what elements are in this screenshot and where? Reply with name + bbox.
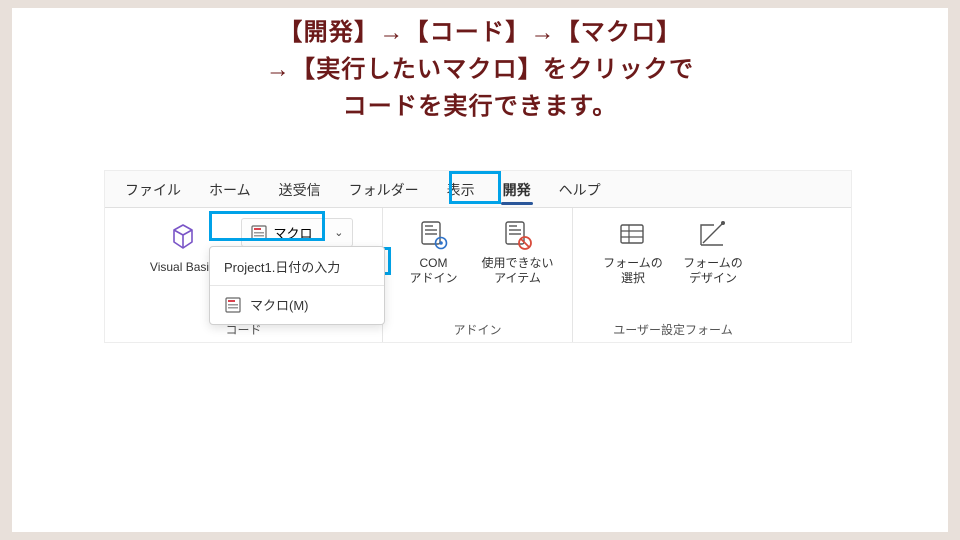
tab-view[interactable]: 表示 xyxy=(435,174,487,205)
group-addins: COMアドイン 使用できないアイテム アドイン xyxy=(383,208,573,342)
com-addins-button[interactable]: COMアドイン xyxy=(401,214,465,286)
tab-help[interactable]: ヘルプ xyxy=(547,174,613,205)
macro-dropdown-menu: Project1.日付の入力 マクロ(M) xyxy=(209,246,385,325)
ribbon-body: Visual Basic マクロ ⌄ コード Project1.日付の入力 xyxy=(105,207,851,342)
macro-list-icon xyxy=(224,296,242,314)
instruction-text: 【開発】→【コード】→【マクロ】 →【実行したいマクロ】をクリックで コードを実… xyxy=(0,14,960,126)
tab-file[interactable]: ファイル xyxy=(113,174,193,205)
design-form-label: フォームのデザイン xyxy=(683,256,743,286)
macro-menu-item-macros[interactable]: マクロ(M) xyxy=(210,289,384,320)
macro-dropdown-button[interactable]: マクロ ⌄ xyxy=(241,218,353,247)
instruction-line-2: →【実行したいマクロ】をクリックで xyxy=(0,51,960,88)
tab-home[interactable]: ホーム xyxy=(197,174,263,205)
group-code: Visual Basic マクロ ⌄ コード Project1.日付の入力 xyxy=(105,208,383,342)
tab-developer[interactable]: 開発 xyxy=(491,174,543,205)
visual-basic-label: Visual Basic xyxy=(150,260,215,275)
chevron-down-icon: ⌄ xyxy=(334,226,343,239)
design-form-icon xyxy=(696,218,730,252)
disabled-items-button[interactable]: 使用できないアイテム xyxy=(481,214,553,286)
instruction-line-1: 【開発】→【コード】→【マクロ】 xyxy=(0,14,960,51)
macro-split-button[interactable]: マクロ ⌄ xyxy=(241,214,353,247)
macro-icon xyxy=(250,224,268,242)
design-form-button[interactable]: フォームのデザイン xyxy=(681,214,745,286)
macro-menu-item-project[interactable]: Project1.日付の入力 xyxy=(210,251,384,282)
choose-form-label: フォームの選択 xyxy=(603,256,663,286)
visual-basic-icon xyxy=(164,218,202,256)
com-addins-label: COMアドイン xyxy=(409,256,457,286)
choose-form-button[interactable]: フォームの選択 xyxy=(601,214,665,286)
macro-item-1-label: Project1.日付の入力 xyxy=(224,257,340,276)
instruction-line-3: コードを実行できます。 xyxy=(0,88,960,125)
group-forms: フォームの選択 フォームのデザイン ユーザー設定フォーム xyxy=(573,208,773,342)
disabled-items-icon xyxy=(500,218,534,252)
tab-folder[interactable]: フォルダー xyxy=(337,174,431,205)
disabled-items-label: 使用できないアイテム xyxy=(481,256,553,286)
group-addins-label: アドイン xyxy=(453,318,501,338)
ribbon-tabs: ファイル ホーム 送受信 フォルダー 表示 開発 ヘルプ xyxy=(105,171,851,207)
macro-item-2-label: マクロ(M) xyxy=(250,295,309,314)
ribbon-window: ファイル ホーム 送受信 フォルダー 表示 開発 ヘルプ xyxy=(104,170,852,343)
tab-send-receive[interactable]: 送受信 xyxy=(267,174,333,205)
com-addins-icon xyxy=(416,218,450,252)
menu-separator xyxy=(210,285,384,286)
macro-button-label: マクロ xyxy=(274,223,313,242)
choose-form-icon xyxy=(616,218,650,252)
group-forms-label: ユーザー設定フォーム xyxy=(613,318,732,338)
